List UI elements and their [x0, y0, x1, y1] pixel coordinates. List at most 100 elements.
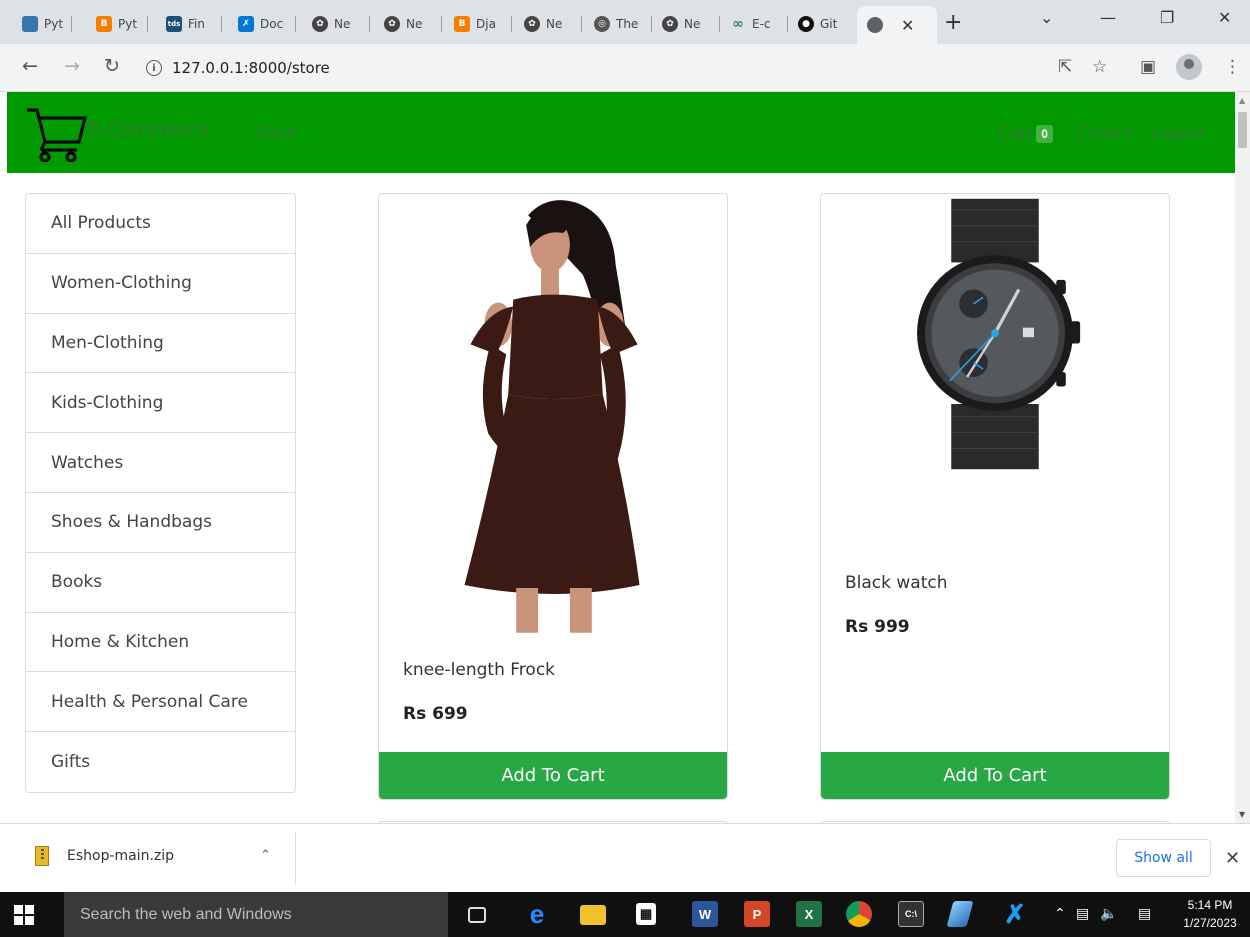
clock-date: 1/27/2023: [1183, 916, 1237, 930]
windows-taskbar: Search the web and Windows e ▦ W P X C:\…: [0, 892, 1250, 937]
product-card: knee-length Frock Rs 699 Add To Cart: [378, 193, 728, 800]
powerpoint-icon[interactable]: P: [744, 901, 770, 927]
download-filename: Eshop-main.zip: [67, 848, 175, 864]
logout-link[interactable]: Logout: [1150, 123, 1205, 144]
windows-start-icon[interactable]: [14, 905, 34, 925]
infinity-icon: ∞: [732, 16, 744, 32]
browser-tab[interactable]: ✗ Doc: [232, 9, 296, 39]
category-item-gifts[interactable]: Gifts: [26, 732, 295, 792]
store-icon[interactable]: ▦: [636, 903, 656, 925]
browser-tab[interactable]: ◎ The: [588, 9, 652, 39]
browser-tab[interactable]: ∞ E-c: [724, 9, 788, 39]
active-browser-tab[interactable]: ✕: [857, 6, 937, 44]
browser-tab[interactable]: tds Fin: [158, 9, 222, 39]
download-divider: [295, 832, 296, 884]
shopping-cart-icon[interactable]: [25, 106, 89, 162]
openai-icon: ✿: [524, 16, 540, 32]
category-item-shoes-handbags[interactable]: Shoes & Handbags: [26, 493, 295, 553]
menu-kebab-icon[interactable]: ⋮: [1224, 57, 1241, 77]
browser-tab[interactable]: ✿ Ne: [656, 9, 720, 39]
browser-tab[interactable]: ✿ Ne: [518, 9, 582, 39]
category-item-kids-clothing[interactable]: Kids-Clothing: [26, 373, 295, 434]
side-panel-icon[interactable]: ▣: [1140, 57, 1156, 77]
forward-icon[interactable]: →: [64, 55, 80, 77]
blogger-icon: B: [96, 16, 112, 32]
taskbar-search-box[interactable]: Search the web and Windows: [64, 892, 448, 937]
notifications-icon[interactable]: ▤: [1138, 906, 1151, 922]
site-info-icon[interactable]: i: [146, 60, 162, 76]
add-to-cart-button[interactable]: Add To Cart: [379, 752, 727, 799]
product-name: knee-length Frock: [403, 660, 556, 680]
profile-avatar-icon[interactable]: [1176, 54, 1202, 80]
reload-icon[interactable]: ↻: [104, 55, 120, 77]
github-icon: ●: [798, 16, 814, 32]
browser-tab[interactable]: Pyt: [8, 9, 72, 39]
browser-tab-strip: Pyt B Pyt tds Fin ✗ Doc ✿ Ne ✿ Ne B Dja …: [0, 0, 1250, 44]
task-view-icon[interactable]: [468, 907, 486, 923]
close-download-bar-icon[interactable]: ✕: [1225, 848, 1240, 869]
vscode-icon: ✗: [238, 16, 254, 32]
globe-icon: [867, 17, 883, 33]
browser-tab[interactable]: ✿ Ne: [306, 9, 370, 39]
word-icon[interactable]: W: [692, 901, 718, 927]
category-list: All Products Women-Clothing Men-Clothing…: [25, 193, 296, 793]
browser-tab[interactable]: B Pyt: [84, 9, 148, 39]
page-scrollbar[interactable]: ▲ ▼: [1235, 92, 1250, 823]
tds-icon: tds: [166, 16, 182, 32]
product-name: Black watch: [845, 573, 948, 593]
terminal-icon[interactable]: C:\: [898, 901, 924, 927]
store-nav-link[interactable]: Store: [254, 123, 297, 144]
category-item-watches[interactable]: Watches: [26, 433, 295, 493]
scroll-down-icon[interactable]: ▼: [1239, 810, 1245, 819]
network-icon[interactable]: ▤: [1076, 906, 1089, 922]
browser-tab[interactable]: ✿ Ne: [378, 9, 442, 39]
category-item-men-clothing[interactable]: Men-Clothing: [26, 314, 295, 374]
scroll-up-icon[interactable]: ▲: [1239, 96, 1245, 105]
close-tab-icon[interactable]: ✕: [901, 16, 914, 35]
app-icon[interactable]: [946, 901, 974, 927]
zip-file-icon: [35, 846, 49, 866]
address-bar[interactable]: i 127.0.0.1:8000/store: [138, 52, 1128, 84]
openai-icon: ✿: [312, 16, 328, 32]
brand-link[interactable]: E-Commerce: [87, 118, 211, 142]
globe-icon: ◎: [594, 16, 610, 32]
volume-icon[interactable]: 🔈: [1100, 906, 1117, 922]
tray-chevron-icon[interactable]: ⌃: [1054, 906, 1066, 922]
browser-toolbar: ← → ↻ i 127.0.0.1:8000/store ⇱ ☆ ▣ ⋮: [0, 44, 1250, 92]
share-icon[interactable]: ⇱: [1058, 57, 1072, 77]
cart-link[interactable]: Cart: [998, 123, 1032, 144]
add-to-cart-button[interactable]: Add To Cart: [821, 752, 1169, 799]
category-item-home-kitchen[interactable]: Home & Kitchen: [26, 613, 295, 673]
python-icon: [22, 16, 38, 32]
restore-icon[interactable]: ❐: [1160, 8, 1174, 27]
orders-link[interactable]: Orders: [1077, 123, 1132, 144]
bookmark-star-icon[interactable]: ☆: [1092, 57, 1107, 77]
category-item-women-clothing[interactable]: Women-Clothing: [26, 254, 295, 314]
browser-tab[interactable]: B Dja: [448, 9, 512, 39]
chevron-up-icon[interactable]: ⌃: [260, 848, 271, 863]
scrollbar-thumb[interactable]: [1238, 112, 1247, 148]
category-item-all-products[interactable]: All Products: [26, 194, 295, 254]
chrome-icon[interactable]: [846, 901, 872, 927]
product-price: Rs 999: [845, 617, 910, 637]
new-tab-icon[interactable]: +: [944, 10, 962, 35]
browser-tab[interactable]: ● Git: [792, 9, 856, 39]
dress-image[interactable]: [379, 194, 727, 634]
openai-icon: ✿: [384, 16, 400, 32]
watch-image[interactable]: [821, 194, 1169, 544]
minimize-icon[interactable]: —: [1100, 8, 1116, 27]
excel-icon[interactable]: X: [796, 901, 822, 927]
system-clock[interactable]: 5:14 PM 1/27/2023: [1175, 896, 1245, 932]
vscode-taskbar-icon[interactable]: ✗: [1002, 899, 1028, 929]
show-all-button[interactable]: Show all: [1116, 839, 1211, 877]
category-item-health-personal-care[interactable]: Health & Personal Care: [26, 672, 295, 733]
tab-search-icon[interactable]: ⌄: [1040, 8, 1053, 27]
download-item[interactable]: Eshop-main.zip: [35, 846, 174, 866]
navbar-right: Cart 0 Orders Logout: [998, 123, 1205, 144]
category-item-books[interactable]: Books: [26, 553, 295, 613]
window-close-icon[interactable]: ✕: [1218, 8, 1231, 27]
file-explorer-icon[interactable]: [580, 905, 606, 925]
site-navbar: E-Commerce Store Cart 0 Orders Logout: [7, 92, 1235, 173]
edge-icon[interactable]: e: [524, 899, 550, 929]
back-icon[interactable]: ←: [22, 55, 38, 77]
